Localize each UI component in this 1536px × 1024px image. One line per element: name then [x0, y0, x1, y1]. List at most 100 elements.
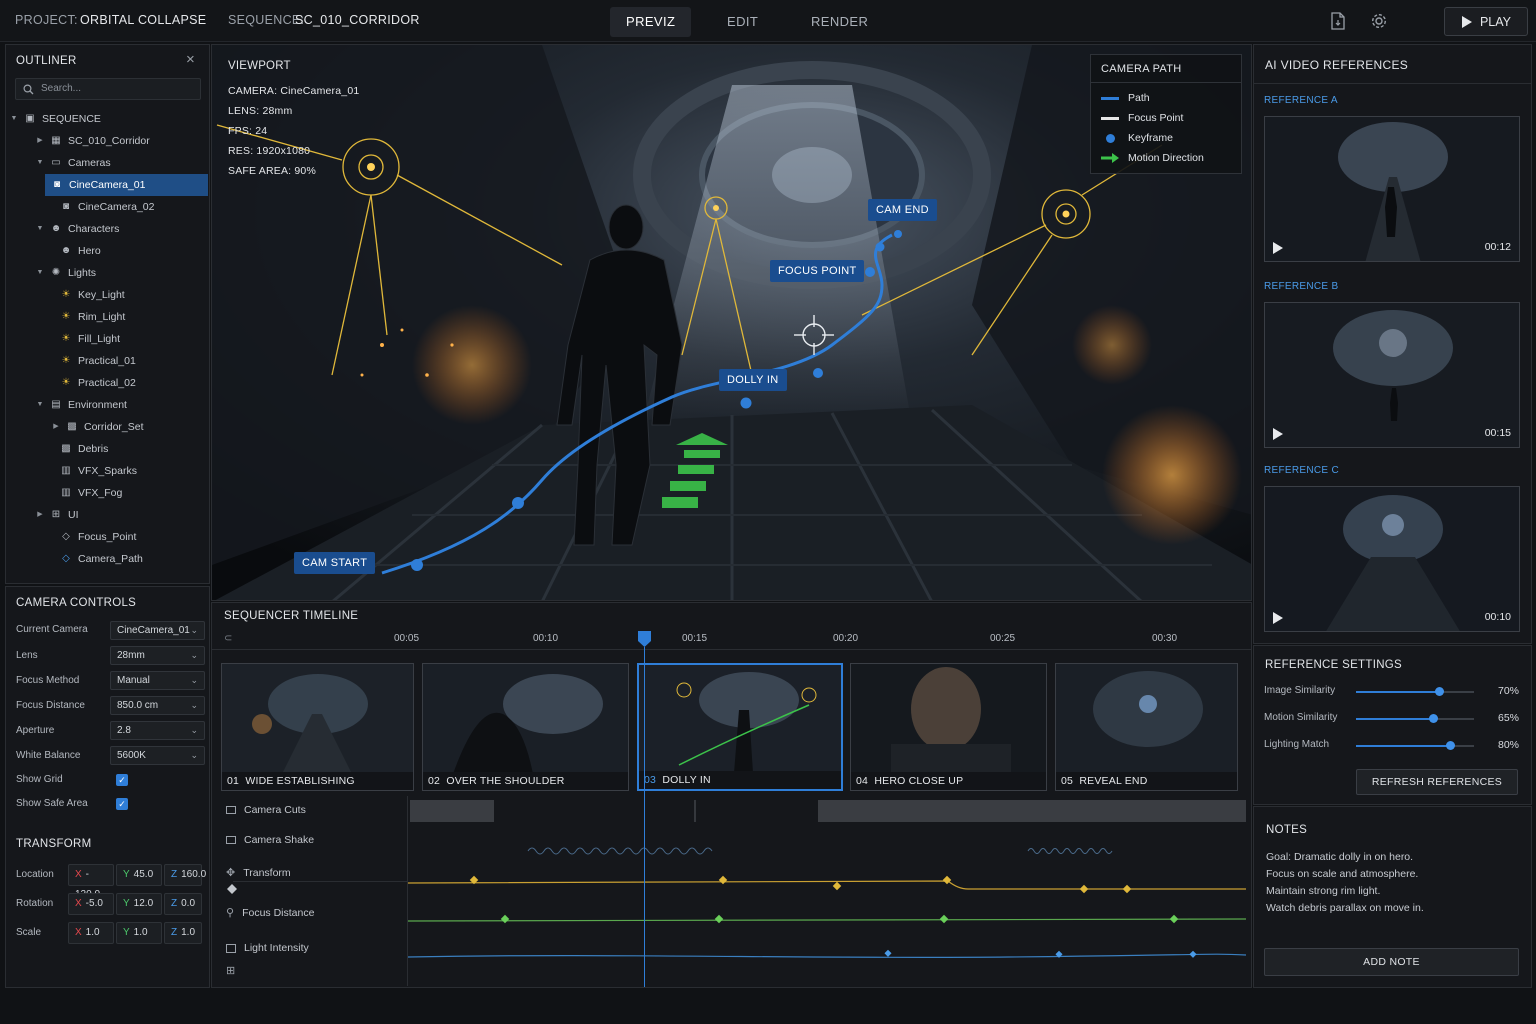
sequencer-timeline: SEQUENCER TIMELINE ⊂ 00:05 00:10 00:15 0…: [211, 602, 1252, 988]
outliner-item[interactable]: ▼ ▭ Cameras: [6, 152, 206, 174]
scale-y-field[interactable]: Y 1.0: [116, 922, 162, 944]
reference-duration: 00:12: [1484, 241, 1511, 253]
gear-icon[interactable]: [1365, 7, 1393, 35]
outliner-item[interactable]: ▼ ▤ Environment: [6, 394, 206, 416]
reference-a-video[interactable]: 00:12: [1264, 116, 1520, 262]
light-icon: ✺: [51, 267, 61, 278]
white-balance-dropdown[interactable]: 5600K ⌄: [110, 746, 205, 765]
expand-right-icon[interactable]: ▶: [36, 504, 44, 526]
axis-z-label: Z: [171, 898, 178, 909]
cam-start-tag[interactable]: CAM START: [294, 552, 376, 574]
close-icon[interactable]: ×: [186, 51, 195, 68]
shot-clip-active[interactable]: 03 DOLLY IN: [637, 663, 843, 791]
tick-label: 00:05: [394, 633, 420, 644]
outliner-item[interactable]: ▶ ▦ SC_010_Corridor: [6, 130, 206, 152]
search-box[interactable]: Search...: [15, 78, 201, 100]
add-note-button[interactable]: ADD NOTE: [1264, 948, 1519, 976]
outliner-item[interactable]: ◙ CineCamera_02: [6, 196, 206, 218]
location-z-field[interactable]: Z 160.0: [164, 864, 206, 886]
chevron-down-icon: ⌄: [190, 750, 198, 760]
expand-down-icon[interactable]: ▼: [36, 394, 44, 416]
show-grid-checkbox[interactable]: ✓: [116, 774, 128, 786]
shot-clip[interactable]: 04 HERO CLOSE UP: [850, 663, 1047, 791]
track-transform[interactable]: ✥ Transform: [226, 866, 291, 880]
outliner-item[interactable]: ▼ ☻ Characters: [6, 218, 206, 240]
outliner-item[interactable]: ☀ Fill_Light: [6, 328, 206, 350]
outliner-item[interactable]: ☀ Rim_Light: [6, 306, 206, 328]
tab-render[interactable]: RENDER: [795, 7, 884, 37]
slider-handle[interactable]: [1434, 687, 1444, 696]
focus-method-dropdown[interactable]: Manual ⌄: [110, 671, 205, 690]
outliner-item-label: Fill_Light: [78, 333, 121, 345]
track-label: Focus Distance: [242, 906, 315, 919]
outliner-item[interactable]: ▼ ▣ SEQUENCE: [6, 108, 206, 130]
slider-track[interactable]: [1356, 741, 1474, 750]
aperture-dropdown[interactable]: 2.8 ⌄: [110, 721, 205, 740]
outliner-item[interactable]: ☻ Hero: [6, 240, 206, 262]
cam-end-tag[interactable]: CAM END: [868, 199, 937, 221]
show-safe-area-checkbox[interactable]: ✓: [116, 798, 128, 810]
export-icon[interactable]: [1324, 7, 1352, 35]
current-camera-dropdown[interactable]: CineCamera_01 ⌄: [110, 621, 205, 640]
rotation-z-field[interactable]: Z 0.0: [164, 893, 202, 915]
outliner-item[interactable]: ▩ Debris: [6, 438, 206, 460]
scale-x-field[interactable]: X 1.0: [68, 922, 114, 944]
dolly-in-tag[interactable]: DOLLY IN: [719, 369, 787, 391]
play-icon[interactable]: [1273, 428, 1283, 440]
white-balance-value: 5600K: [117, 750, 146, 761]
outliner-item[interactable]: ◇ Camera_Path: [6, 548, 206, 570]
camera-path-legend: CAMERA PATH Path Focus Point Keyframe Mo…: [1090, 54, 1242, 174]
track-focus-distance[interactable]: ⚲ Focus Distance: [226, 906, 315, 920]
track-camera-cuts[interactable]: Camera Cuts: [226, 804, 306, 816]
location-y-field[interactable]: Y 45.0: [116, 864, 162, 886]
outliner-item[interactable]: ▥ VFX_Fog: [6, 482, 206, 504]
slider-track[interactable]: [1356, 687, 1474, 696]
expand-down-icon[interactable]: ▼: [36, 218, 44, 240]
focus-distance-field[interactable]: 850.0 cm ⌄: [110, 696, 205, 715]
scale-z-field[interactable]: Z 1.0: [164, 922, 202, 944]
refresh-references-button[interactable]: REFRESH REFERENCES: [1356, 769, 1518, 795]
tab-edit[interactable]: EDIT: [711, 7, 774, 37]
play-button[interactable]: PLAY: [1444, 7, 1528, 36]
camera-controls-title: CAMERA CONTROLS: [16, 597, 137, 609]
reference-b-video[interactable]: 00:15: [1264, 302, 1520, 448]
outliner-item-label: Corridor_Set: [84, 421, 144, 433]
focus-point-tag[interactable]: FOCUS POINT: [770, 260, 865, 282]
slider-handle[interactable]: [1446, 741, 1456, 750]
rotation-y-field[interactable]: Y 12.0: [116, 893, 162, 915]
aperture-label: Aperture: [16, 725, 55, 736]
expand-right-icon[interactable]: ▶: [36, 130, 44, 152]
shot-clip[interactable]: 02 OVER THE SHOULDER: [422, 663, 629, 791]
track-light-intensity[interactable]: Light Intensity: [226, 942, 309, 954]
outliner-item[interactable]: ▶ ⊞ UI: [6, 504, 206, 526]
expand-down-icon[interactable]: ▼: [10, 108, 18, 130]
playhead-handle[interactable]: [638, 631, 651, 647]
rotation-x-field[interactable]: X -5.0: [68, 893, 114, 915]
expand-down-icon[interactable]: ▼: [36, 152, 44, 174]
outliner-item[interactable]: ▶ ▩ Corridor_Set: [6, 416, 206, 438]
slider-handle[interactable]: [1428, 714, 1438, 723]
lens-dropdown[interactable]: 28mm ⌄: [110, 646, 205, 665]
play-icon[interactable]: [1273, 612, 1283, 624]
shot-clip[interactable]: 01 WIDE ESTABLISHING: [221, 663, 414, 791]
location-x-field[interactable]: X-120.0: [68, 864, 114, 900]
track-camera-shake[interactable]: Camera Shake: [226, 834, 314, 846]
outliner-item[interactable]: ▥ VFX_Sparks: [6, 460, 206, 482]
outliner-item[interactable]: ☀ Practical_01: [6, 350, 206, 372]
play-icon[interactable]: [1273, 242, 1283, 254]
outliner-item[interactable]: ☀ Key_Light: [6, 284, 206, 306]
outliner-item[interactable]: ▼ ✺ Lights: [6, 262, 206, 284]
expand-right-icon[interactable]: ▶: [52, 416, 60, 438]
outliner-item[interactable]: ☀ Practical_02: [6, 372, 206, 394]
add-track-icon[interactable]: ⊞: [226, 964, 235, 977]
outliner-item[interactable]: ◇ Focus_Point: [6, 526, 206, 548]
reference-c-video[interactable]: 00:10: [1264, 486, 1520, 632]
tab-previz[interactable]: PREVIZ: [610, 7, 692, 37]
search-input[interactable]: Search...: [41, 83, 81, 94]
keyframe-add-icon[interactable]: [227, 884, 237, 894]
scale-y-value: 1.0: [133, 927, 148, 938]
shot-clip[interactable]: 05 REVEAL END: [1055, 663, 1238, 791]
expand-down-icon[interactable]: ▼: [36, 262, 44, 284]
outliner-item[interactable]: ◙ CineCamera_01: [45, 174, 208, 196]
slider-track[interactable]: [1356, 714, 1474, 723]
